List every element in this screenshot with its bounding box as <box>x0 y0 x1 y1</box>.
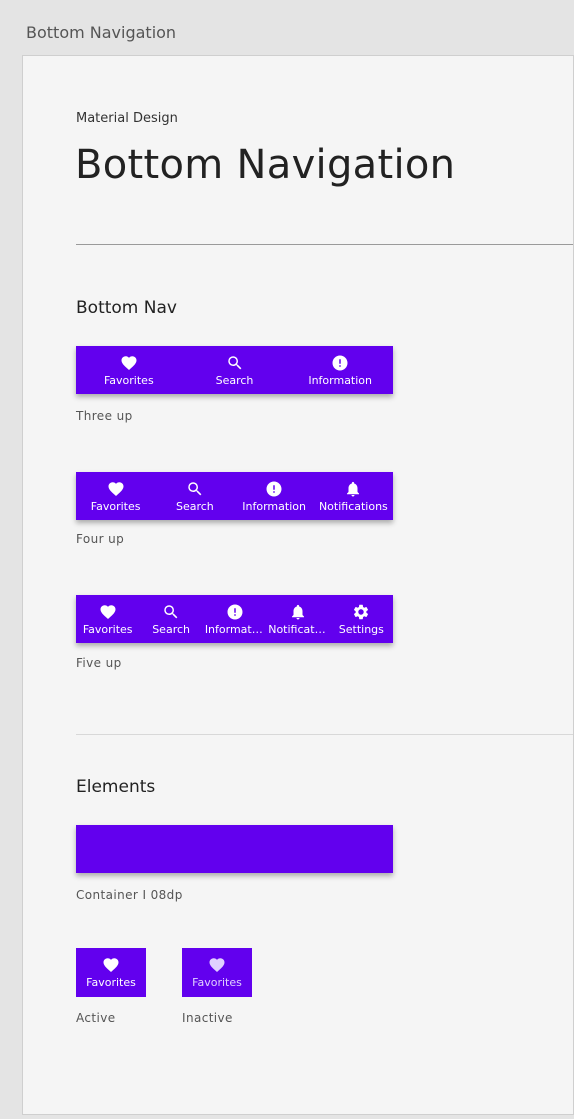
nav-item-information[interactable]: Information <box>287 346 393 394</box>
nav-item-label: Favorites <box>86 976 136 989</box>
section-title-elements: Elements <box>76 777 156 797</box>
section-divider <box>76 734 573 735</box>
caption-four-up: Four up <box>76 532 125 546</box>
nav-item-label: Favorites <box>90 499 141 513</box>
container-element <box>76 825 393 873</box>
search-icon <box>162 603 180 621</box>
nav-item-inactive-sample[interactable]: Favorites <box>182 948 252 997</box>
search-icon <box>186 480 204 498</box>
nav-item-search[interactable]: Search <box>139 595 202 643</box>
nav-item-label: Notifications <box>318 499 388 513</box>
heart-icon <box>120 354 138 372</box>
info-icon <box>265 480 283 498</box>
window-title: Bottom Navigation <box>26 23 177 42</box>
bottom-nav-three-up: Favorites Search Information <box>76 346 393 394</box>
bell-icon <box>289 603 307 621</box>
heart-icon <box>107 480 125 498</box>
artboard: Material Design Bottom Navigation Bottom… <box>22 55 574 1115</box>
gear-icon <box>352 603 370 621</box>
nav-item-label: Search <box>152 622 190 636</box>
nav-item-label: Information <box>242 499 306 513</box>
heart-icon <box>102 956 120 974</box>
nav-item-search[interactable]: Search <box>155 472 234 520</box>
search-icon <box>226 354 244 372</box>
nav-item-notifications[interactable]: Notifications <box>314 472 393 520</box>
nav-item-information[interactable]: Information <box>203 595 266 643</box>
nav-item-label: Favorites <box>82 622 133 636</box>
header-divider <box>76 244 573 245</box>
overline-label: Material Design <box>76 111 178 126</box>
nav-item-active-sample[interactable]: Favorites <box>76 948 146 997</box>
bottom-nav-five-up: Favorites Search Information Notificatio… <box>76 595 393 643</box>
caption-three-up: Three up <box>76 409 133 423</box>
nav-item-label: Favorites <box>103 373 154 387</box>
bell-icon <box>344 480 362 498</box>
caption-inactive: Inactive <box>182 1011 233 1025</box>
nav-item-search[interactable]: Search <box>182 346 288 394</box>
nav-item-label: Information <box>204 622 267 636</box>
nav-item-label: Search <box>215 373 254 387</box>
caption-five-up: Five up <box>76 656 122 670</box>
caption-container: Container I 08dp <box>76 888 183 902</box>
nav-item-favorites[interactable]: Favorites <box>76 472 155 520</box>
info-icon <box>331 354 349 372</box>
nav-item-label: Search <box>175 499 214 513</box>
nav-item-label: Settings <box>338 622 384 636</box>
page-title: Bottom Navigation <box>75 142 456 188</box>
nav-item-settings[interactable]: Settings <box>330 595 393 643</box>
heart-icon <box>99 603 117 621</box>
nav-item-label: Notifications <box>268 622 329 636</box>
bottom-nav-four-up: Favorites Search Information Notificatio… <box>76 472 393 520</box>
nav-item-favorites[interactable]: Favorites <box>76 595 139 643</box>
info-icon <box>226 603 244 621</box>
nav-item-notifications[interactable]: Notifications <box>266 595 330 643</box>
nav-item-information[interactable]: Information <box>235 472 314 520</box>
caption-active: Active <box>76 1011 116 1025</box>
section-title-bottom-nav: Bottom Nav <box>76 298 177 318</box>
nav-item-label: Favorites <box>192 976 242 989</box>
nav-item-favorites[interactable]: Favorites <box>76 346 182 394</box>
nav-item-label: Information <box>308 373 373 387</box>
heart-icon <box>208 956 226 974</box>
